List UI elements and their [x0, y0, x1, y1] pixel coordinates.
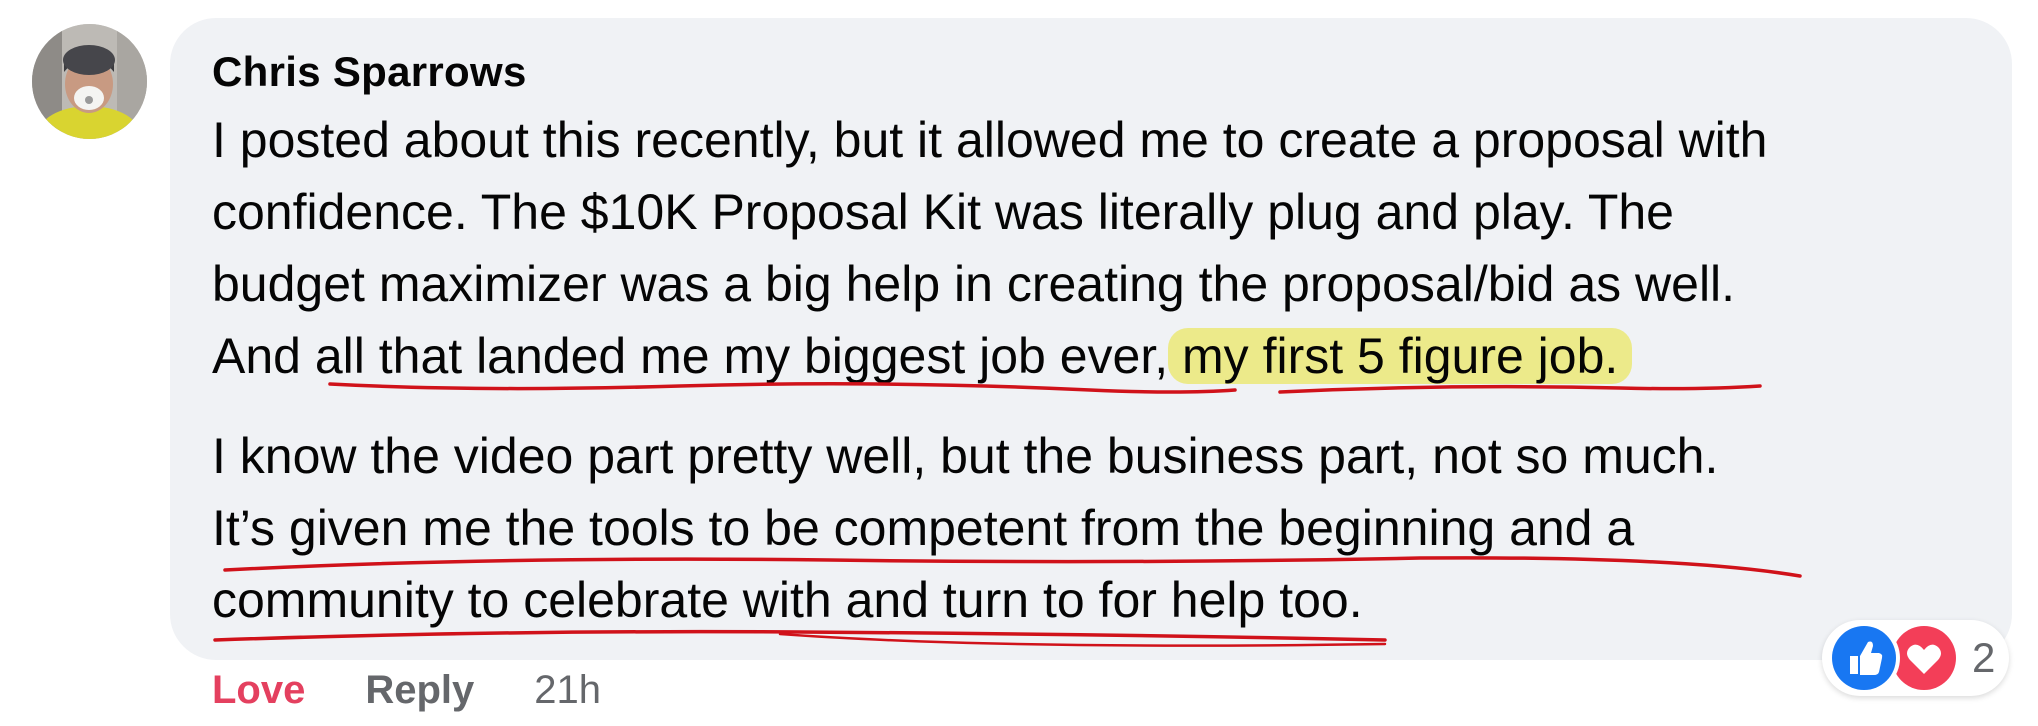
avatar-photo — [32, 24, 147, 139]
comment-line: community to celebrate with and turn to … — [212, 572, 1363, 628]
comment-line: confidence. The $10K Proposal Kit was li… — [212, 184, 1674, 240]
avatar[interactable] — [32, 24, 147, 139]
reaction-count: 2 — [1972, 634, 1996, 681]
comment-line: I posted about this recently, but it all… — [212, 112, 1768, 168]
comment-actions: Love Reply 21h — [212, 668, 601, 713]
comment-line: I know the video part pretty well, but t… — [212, 428, 1719, 484]
comment-author[interactable]: Chris Sparrows — [212, 48, 527, 96]
comment-line: budget maximizer was a big help in creat… — [212, 256, 1736, 312]
comment-paragraph-2: I know the video part pretty well, but t… — [212, 420, 2002, 636]
reply-button[interactable]: Reply — [365, 668, 474, 713]
comment-paragraph-1: I posted about this recently, but it all… — [212, 104, 2002, 392]
reaction-summary[interactable]: 2 — [1822, 620, 2010, 696]
love-button[interactable]: Love — [212, 668, 305, 713]
like-icon — [1828, 622, 1900, 694]
comment-line: And all that landed me my biggest job ev… — [212, 328, 1169, 384]
comment-timestamp[interactable]: 21h — [534, 668, 601, 713]
comment-line: It’s given me the tools to be competent … — [212, 500, 1635, 556]
highlighted-text: my first 5 figure job. — [1168, 328, 1633, 384]
